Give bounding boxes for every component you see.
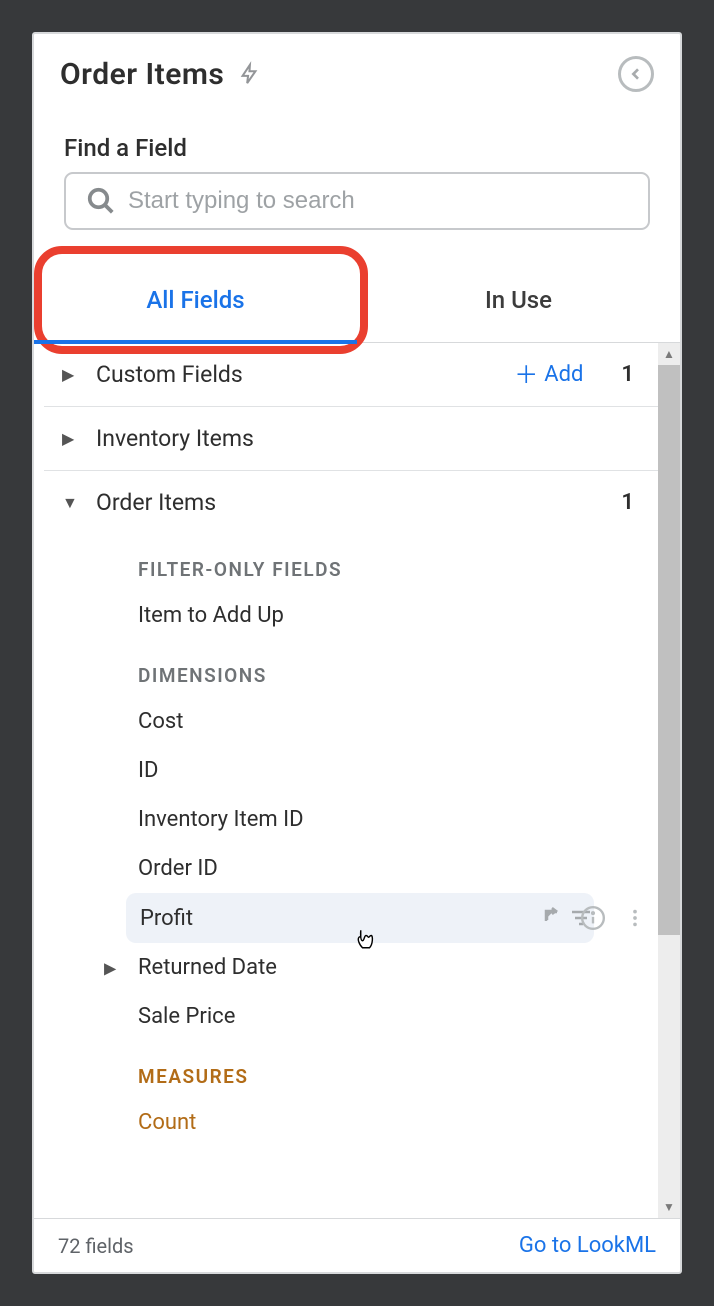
panel-title: Order Items (60, 57, 224, 92)
measures-label: MEASURES (44, 1041, 658, 1098)
field-id[interactable]: ID (44, 746, 658, 795)
caret-right-icon: ▶ (62, 429, 76, 448)
field-order-id[interactable]: Order ID (44, 844, 658, 893)
field-list[interactable]: ▶ Custom Fields ＋ Add 1 ▶ Inventory Item… (34, 343, 658, 1218)
add-custom-field-button[interactable]: ＋ Add (514, 362, 583, 387)
vertical-scrollbar[interactable]: ▲ ▼ (658, 343, 680, 1218)
caret-right-icon: ▶ (62, 365, 76, 384)
plus-icon: ＋ (514, 363, 538, 387)
field-label: Returned Date (138, 955, 277, 980)
section-custom-fields[interactable]: ▶ Custom Fields ＋ Add 1 (44, 343, 658, 407)
field-inventory-item-id[interactable]: Inventory Item ID (44, 795, 658, 844)
add-label: Add (544, 362, 583, 387)
section-count: 1 (621, 490, 634, 515)
field-label: Count (138, 1110, 196, 1135)
lightning-icon (238, 58, 260, 90)
field-count[interactable]: Count (44, 1098, 658, 1147)
field-sale-price[interactable]: Sale Price (44, 992, 658, 1041)
caret-right-icon: ▶ (104, 958, 116, 977)
caret-down-icon: ▼ (62, 493, 76, 513)
search-field[interactable] (64, 172, 650, 230)
tab-in-use[interactable]: In Use (357, 254, 680, 342)
field-returned-date[interactable]: ▶ Returned Date (44, 943, 658, 992)
section-label: Order Items (96, 489, 216, 516)
info-icon[interactable] (580, 905, 606, 931)
panel-header: Order Items (34, 34, 680, 92)
field-label: Profit (140, 906, 193, 931)
field-cost[interactable]: Cost (44, 697, 658, 746)
field-picker-panel: Order Items Find a Field All Fields In U… (32, 32, 682, 1274)
search-input[interactable] (128, 187, 632, 215)
collapse-panel-button[interactable] (618, 56, 654, 92)
scrollbar-thumb[interactable] (658, 365, 680, 935)
section-label: Custom Fields (96, 361, 243, 388)
more-options-icon[interactable] (622, 905, 648, 931)
section-label: Inventory Items (96, 425, 254, 452)
filter-only-fields-label: FILTER-ONLY FIELDS (44, 534, 658, 591)
search-label: Find a Field (64, 134, 650, 162)
scroll-down-icon[interactable]: ▼ (658, 1196, 680, 1218)
pivot-icon[interactable] (542, 905, 568, 931)
scroll-up-icon[interactable]: ▲ (658, 343, 680, 365)
section-count: 1 (621, 362, 634, 387)
field-profit[interactable]: Profit (126, 893, 594, 943)
search-icon (86, 186, 116, 216)
tab-all-fields[interactable]: All Fields (34, 254, 357, 342)
field-item-to-add-up[interactable]: Item to Add Up (44, 591, 658, 640)
section-inventory-items[interactable]: ▶ Inventory Items (44, 407, 658, 471)
go-to-lookml-link[interactable]: Go to LookML (519, 1233, 656, 1258)
section-order-items[interactable]: ▼ Order Items 1 (44, 471, 658, 534)
dimensions-label: DIMENSIONS (44, 640, 658, 697)
tabs: All Fields In Use (34, 254, 680, 343)
field-count-text: 72 fields (58, 1234, 134, 1258)
panel-footer: 72 fields Go to LookML (34, 1218, 680, 1272)
